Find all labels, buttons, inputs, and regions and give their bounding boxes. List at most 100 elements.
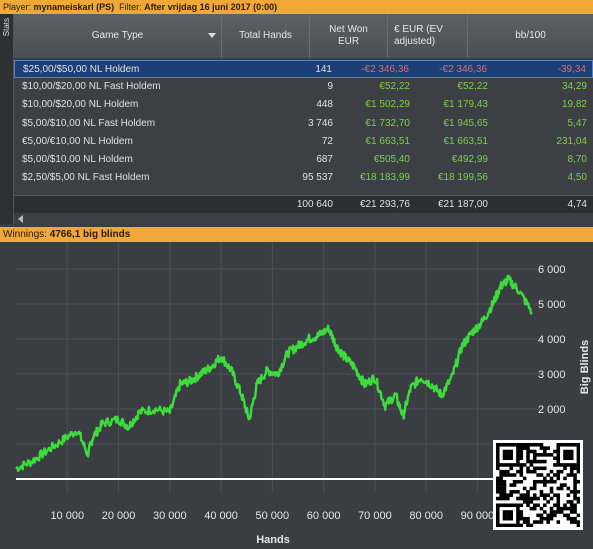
filter-bar: Player: mynameiskarl (PS) Filter: After … bbox=[0, 0, 593, 14]
qr-module bbox=[556, 463, 561, 467]
table-row[interactable]: $25,00/$50,00 NL Holdem 141 -€2 346,36 -€2 … bbox=[14, 60, 593, 78]
qr-module bbox=[573, 496, 577, 501]
qr-module bbox=[519, 503, 524, 508]
x-tick-label: 80 000 bbox=[409, 510, 443, 522]
qr-module bbox=[516, 523, 520, 528]
qr-module bbox=[573, 479, 577, 484]
stats-side-tab[interactable]: Stats bbox=[0, 14, 14, 224]
sort-dropdown-icon[interactable] bbox=[208, 33, 216, 38]
qr-module bbox=[499, 476, 503, 481]
cell-bb100: 19,82 bbox=[561, 99, 587, 111]
qr-module bbox=[573, 476, 577, 481]
qr-module bbox=[509, 473, 513, 477]
qr-module bbox=[576, 446, 581, 450]
qr-module bbox=[496, 443, 500, 447]
qr-module bbox=[516, 506, 520, 511]
qr-module bbox=[576, 490, 581, 494]
qr-module bbox=[569, 503, 574, 508]
qr-module bbox=[569, 456, 574, 460]
qr-module bbox=[509, 490, 513, 494]
cell-game-type: $5,00/$10,00 NL Fast Holdem bbox=[22, 117, 156, 129]
qr-module bbox=[519, 523, 524, 528]
qr-module bbox=[576, 520, 581, 524]
cell-game-type: $10,00/$20,00 NL Holdem bbox=[22, 99, 139, 111]
qr-module bbox=[573, 486, 577, 491]
qr-module bbox=[543, 516, 547, 521]
qr-module bbox=[539, 490, 544, 494]
table-header: Game Type Total Hands Net Won EUR € EUR … bbox=[14, 14, 593, 58]
qr-module bbox=[529, 469, 534, 474]
scroll-left-icon[interactable] bbox=[18, 215, 23, 223]
qr-module bbox=[502, 473, 507, 477]
qr-code bbox=[493, 440, 583, 530]
qr-module bbox=[502, 479, 507, 484]
table-row[interactable]: $10,00/$20,00 NL Holdem 448 €1 502,29 €1 17… bbox=[14, 96, 593, 114]
qr-module bbox=[496, 490, 500, 494]
qr-module bbox=[519, 510, 524, 514]
qr-module bbox=[496, 516, 500, 521]
cell-game-type: $10,00/$20,00 NL Fast Holdem bbox=[22, 81, 161, 93]
qr-module bbox=[539, 520, 544, 524]
player-value: mynameiskarl (PS) bbox=[33, 2, 115, 12]
qr-module bbox=[499, 490, 503, 494]
qr-module bbox=[512, 479, 517, 484]
table-row[interactable]: $5,00/$10,00 NL Holdem 687 €505,40 €492,99 8… bbox=[14, 151, 593, 169]
cell-ev-adjusted: €1 945,65 bbox=[443, 117, 489, 129]
qr-module bbox=[536, 466, 540, 471]
qr-module bbox=[496, 476, 500, 481]
qr-module bbox=[519, 516, 524, 521]
qr-module bbox=[519, 496, 524, 501]
qr-module bbox=[526, 469, 530, 474]
column-game-type[interactable]: Game Type bbox=[14, 14, 222, 58]
qr-module bbox=[576, 453, 581, 457]
qr-module bbox=[496, 510, 500, 514]
qr-module bbox=[539, 473, 544, 477]
table-row[interactable]: €5,00/€10,00 NL Holdem 72 €1 663,51 €1 663,… bbox=[14, 133, 593, 151]
table-row[interactable]: $10,00/$20,00 NL Fast Holdem 9 €52,22 €52,2… bbox=[14, 78, 593, 96]
qr-module bbox=[509, 463, 513, 467]
qr-module bbox=[502, 456, 507, 460]
qr-module bbox=[576, 443, 581, 447]
winnings-bar: Winnings: 4766,1 big blinds bbox=[0, 227, 593, 242]
total-bb100: 4,74 bbox=[567, 199, 587, 210]
table-row[interactable]: $2,50/$5,00 NL Fast Holdem 95 537 €18 183,… bbox=[14, 169, 593, 187]
qr-module bbox=[576, 469, 581, 474]
cell-bb100: 34,29 bbox=[561, 81, 587, 93]
qr-module bbox=[529, 463, 534, 467]
qr-module bbox=[512, 503, 517, 508]
column-net-won[interactable]: Net Won EUR bbox=[310, 14, 388, 58]
qr-module bbox=[516, 449, 520, 454]
qr-module bbox=[516, 459, 520, 464]
qr-module bbox=[532, 493, 537, 497]
table-row[interactable]: $5,00/$10,00 NL Fast Holdem 3 746 €1 732,7… bbox=[14, 115, 593, 133]
qr-module bbox=[499, 503, 503, 508]
qr-module bbox=[532, 486, 537, 491]
y-tick-label: 4 000 bbox=[538, 334, 566, 346]
qr-module bbox=[543, 483, 547, 487]
qr-module bbox=[556, 493, 561, 497]
qr-module bbox=[506, 453, 510, 457]
qr-module bbox=[553, 493, 557, 497]
qr-module bbox=[569, 490, 574, 494]
qr-module bbox=[509, 453, 513, 457]
qr-module bbox=[566, 486, 571, 491]
qr-module bbox=[576, 463, 581, 467]
qr-module bbox=[502, 453, 507, 457]
qr-module bbox=[499, 479, 503, 484]
qr-module bbox=[526, 500, 530, 504]
qr-module bbox=[556, 469, 561, 474]
qr-module bbox=[553, 479, 557, 484]
qr-module bbox=[543, 466, 547, 471]
column-total-hands[interactable]: Total Hands bbox=[222, 14, 310, 58]
column-bb100[interactable]: bb/100 bbox=[468, 14, 593, 58]
y-tick-label: 3 000 bbox=[538, 369, 566, 381]
qr-module bbox=[573, 516, 577, 521]
qr-module bbox=[522, 476, 527, 481]
column-ev-adjusted[interactable]: € EUR (EV adjusted) bbox=[388, 14, 468, 58]
qr-module bbox=[522, 463, 527, 467]
qr-module bbox=[576, 479, 581, 484]
qr-module bbox=[496, 506, 500, 511]
qr-module bbox=[556, 453, 561, 457]
filter-value[interactable]: After vrijdag 16 juni 2017 (0:00) bbox=[144, 2, 277, 12]
x-tick-label: 30 000 bbox=[153, 510, 187, 522]
